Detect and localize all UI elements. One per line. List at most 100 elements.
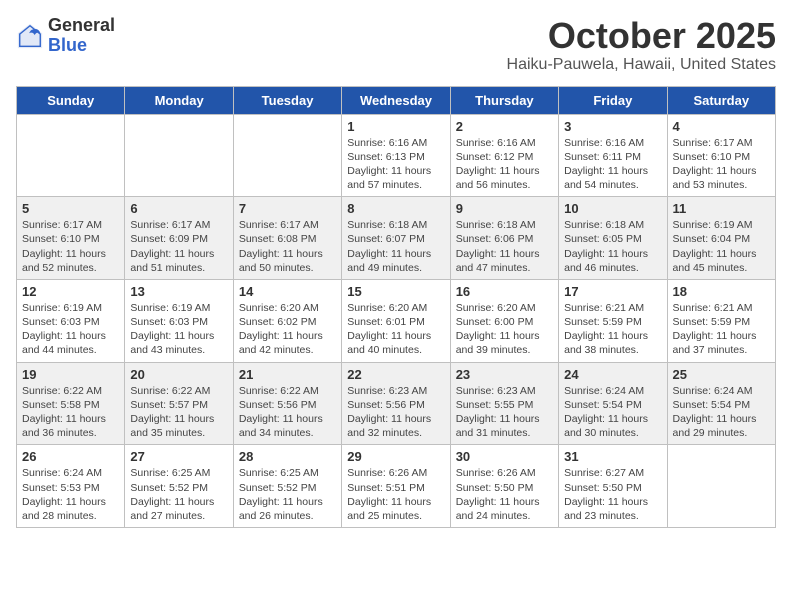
day-number: 15 (347, 284, 444, 299)
day-info: Sunrise: 6:24 AMSunset: 5:53 PMDaylight:… (22, 466, 119, 523)
day-info: Sunrise: 6:22 AMSunset: 5:56 PMDaylight:… (239, 384, 336, 441)
calendar-cell: 7 Sunrise: 6:17 AMSunset: 6:08 PMDaylight… (233, 197, 341, 280)
day-info: Sunrise: 6:17 AMSunset: 6:08 PMDaylight:… (239, 218, 336, 275)
calendar-week-1: 1Sunrise: 6:16 AMSunset: 6:13 PMDaylight… (17, 114, 776, 197)
day-info: Sunrise: 6:17 AMSunset: 6:09 PMDaylight:… (130, 218, 227, 275)
day-info: Sunrise: 6:18 AMSunset: 6:07 PMDaylight:… (347, 218, 444, 275)
day-number: 23 (456, 367, 553, 382)
day-number: 18 (673, 284, 770, 299)
day-number: 6 (130, 201, 227, 216)
day-number: 27 (130, 449, 227, 464)
day-number: 12 (22, 284, 119, 299)
day-number: 13 (130, 284, 227, 299)
day-number: 7 (239, 201, 336, 216)
calendar-cell (125, 114, 233, 197)
day-info: Sunrise: 6:23 AMSunset: 5:56 PMDaylight:… (347, 384, 444, 441)
calendar-cell: 22 Sunrise: 6:23 AMSunset: 5:56 PMDayligh… (342, 362, 450, 445)
day-number: 2 (456, 119, 553, 134)
calendar-cell: 6 Sunrise: 6:17 AMSunset: 6:09 PMDaylight… (125, 197, 233, 280)
day-info: Sunrise: 6:17 AMSunset: 6:10 PMDaylight:… (673, 136, 770, 193)
weekday-header-friday: Friday (559, 86, 667, 114)
day-info: Sunrise: 6:18 AMSunset: 6:06 PMDaylight:… (456, 218, 553, 275)
day-number: 10 (564, 201, 661, 216)
calendar-cell: 19Sunrise: 6:22 AMSunset: 5:58 PMDayligh… (17, 362, 125, 445)
day-number: 11 (673, 201, 770, 216)
day-number: 30 (456, 449, 553, 464)
day-number: 22 (347, 367, 444, 382)
day-number: 21 (239, 367, 336, 382)
day-info: Sunrise: 6:22 AMSunset: 5:57 PMDaylight:… (130, 384, 227, 441)
calendar-week-3: 12Sunrise: 6:19 AMSunset: 6:03 PMDayligh… (17, 279, 776, 362)
header: General Blue October 2025 Haiku-Pauwela,… (16, 16, 776, 74)
logo-general-text: General (48, 16, 115, 36)
weekday-header-thursday: Thursday (450, 86, 558, 114)
day-number: 5 (22, 201, 119, 216)
calendar-cell: 25 Sunrise: 6:24 AMSunset: 5:54 PMDayligh… (667, 362, 775, 445)
logo: General Blue (16, 16, 115, 56)
location-title: Haiku-Pauwela, Hawaii, United States (507, 56, 776, 74)
day-info: Sunrise: 6:25 AMSunset: 5:52 PMDaylight:… (239, 466, 336, 523)
calendar-cell: 13Sunrise: 6:19 AMSunset: 6:03 PMDayligh… (125, 279, 233, 362)
calendar-cell: 15 Sunrise: 6:20 AMSunset: 6:01 PMDayligh… (342, 279, 450, 362)
logo-icon (16, 22, 44, 50)
day-number: 4 (673, 119, 770, 134)
logo-blue-text: Blue (48, 36, 115, 56)
day-info: Sunrise: 6:24 AMSunset: 5:54 PMDaylight:… (564, 384, 661, 441)
calendar-cell: 20Sunrise: 6:22 AMSunset: 5:57 PMDayligh… (125, 362, 233, 445)
day-number: 24 (564, 367, 661, 382)
calendar-cell: 4 Sunrise: 6:17 AMSunset: 6:10 PMDaylight… (667, 114, 775, 197)
calendar-cell: 21 Sunrise: 6:22 AMSunset: 5:56 PMDayligh… (233, 362, 341, 445)
calendar-week-5: 26 Sunrise: 6:24 AMSunset: 5:53 PMDayligh… (17, 445, 776, 528)
day-number: 28 (239, 449, 336, 464)
weekday-header-saturday: Saturday (667, 86, 775, 114)
day-info: Sunrise: 6:22 AMSunset: 5:58 PMDaylight:… (22, 384, 119, 441)
month-title: October 2025 (507, 16, 776, 56)
calendar-cell: 10Sunrise: 6:18 AMSunset: 6:05 PMDayligh… (559, 197, 667, 280)
day-info: Sunrise: 6:17 AMSunset: 6:10 PMDaylight:… (22, 218, 119, 275)
day-info: Sunrise: 6:16 AMSunset: 6:11 PMDaylight:… (564, 136, 661, 193)
calendar-cell: 31Sunrise: 6:27 AMSunset: 5:50 PMDayligh… (559, 445, 667, 528)
day-info: Sunrise: 6:21 AMSunset: 5:59 PMDaylight:… (673, 301, 770, 358)
day-info: Sunrise: 6:23 AMSunset: 5:55 PMDaylight:… (456, 384, 553, 441)
day-info: Sunrise: 6:24 AMSunset: 5:54 PMDaylight:… (673, 384, 770, 441)
day-info: Sunrise: 6:20 AMSunset: 6:00 PMDaylight:… (456, 301, 553, 358)
calendar-cell: 16 Sunrise: 6:20 AMSunset: 6:00 PMDayligh… (450, 279, 558, 362)
calendar-cell: 11 Sunrise: 6:19 AMSunset: 6:04 PMDayligh… (667, 197, 775, 280)
calendar-cell (233, 114, 341, 197)
calendar-cell: 2Sunrise: 6:16 AMSunset: 6:12 PMDaylight… (450, 114, 558, 197)
day-info: Sunrise: 6:20 AMSunset: 6:01 PMDaylight:… (347, 301, 444, 358)
calendar-cell: 29 Sunrise: 6:26 AMSunset: 5:51 PMDayligh… (342, 445, 450, 528)
day-number: 14 (239, 284, 336, 299)
calendar-cell: 14 Sunrise: 6:20 AMSunset: 6:02 PMDayligh… (233, 279, 341, 362)
day-info: Sunrise: 6:21 AMSunset: 5:59 PMDaylight:… (564, 301, 661, 358)
weekday-header-sunday: Sunday (17, 86, 125, 114)
day-number: 9 (456, 201, 553, 216)
calendar-cell: 24 Sunrise: 6:24 AMSunset: 5:54 PMDayligh… (559, 362, 667, 445)
day-info: Sunrise: 6:26 AMSunset: 5:51 PMDaylight:… (347, 466, 444, 523)
weekday-header-wednesday: Wednesday (342, 86, 450, 114)
calendar-table: SundayMondayTuesdayWednesdayThursdayFrid… (16, 86, 776, 528)
weekday-header-tuesday: Tuesday (233, 86, 341, 114)
day-number: 17 (564, 284, 661, 299)
day-info: Sunrise: 6:27 AMSunset: 5:50 PMDaylight:… (564, 466, 661, 523)
day-info: Sunrise: 6:25 AMSunset: 5:52 PMDaylight:… (130, 466, 227, 523)
day-info: Sunrise: 6:19 AMSunset: 6:04 PMDaylight:… (673, 218, 770, 275)
calendar-cell: 28 Sunrise: 6:25 AMSunset: 5:52 PMDayligh… (233, 445, 341, 528)
day-info: Sunrise: 6:26 AMSunset: 5:50 PMDaylight:… (456, 466, 553, 523)
day-number: 26 (22, 449, 119, 464)
calendar-cell: 27 Sunrise: 6:25 AMSunset: 5:52 PMDayligh… (125, 445, 233, 528)
calendar-week-4: 19Sunrise: 6:22 AMSunset: 5:58 PMDayligh… (17, 362, 776, 445)
day-number: 29 (347, 449, 444, 464)
calendar-cell: 18 Sunrise: 6:21 AMSunset: 5:59 PMDayligh… (667, 279, 775, 362)
calendar-cell: 9 Sunrise: 6:18 AMSunset: 6:06 PMDaylight… (450, 197, 558, 280)
calendar-cell: 1Sunrise: 6:16 AMSunset: 6:13 PMDaylight… (342, 114, 450, 197)
day-info: Sunrise: 6:20 AMSunset: 6:02 PMDaylight:… (239, 301, 336, 358)
day-number: 16 (456, 284, 553, 299)
calendar-cell: 5 Sunrise: 6:17 AMSunset: 6:10 PMDaylight… (17, 197, 125, 280)
calendar-cell (17, 114, 125, 197)
day-number: 25 (673, 367, 770, 382)
calendar-cell: 17 Sunrise: 6:21 AMSunset: 5:59 PMDayligh… (559, 279, 667, 362)
day-number: 1 (347, 119, 444, 134)
calendar-cell (667, 445, 775, 528)
calendar-cell: 30 Sunrise: 6:26 AMSunset: 5:50 PMDayligh… (450, 445, 558, 528)
